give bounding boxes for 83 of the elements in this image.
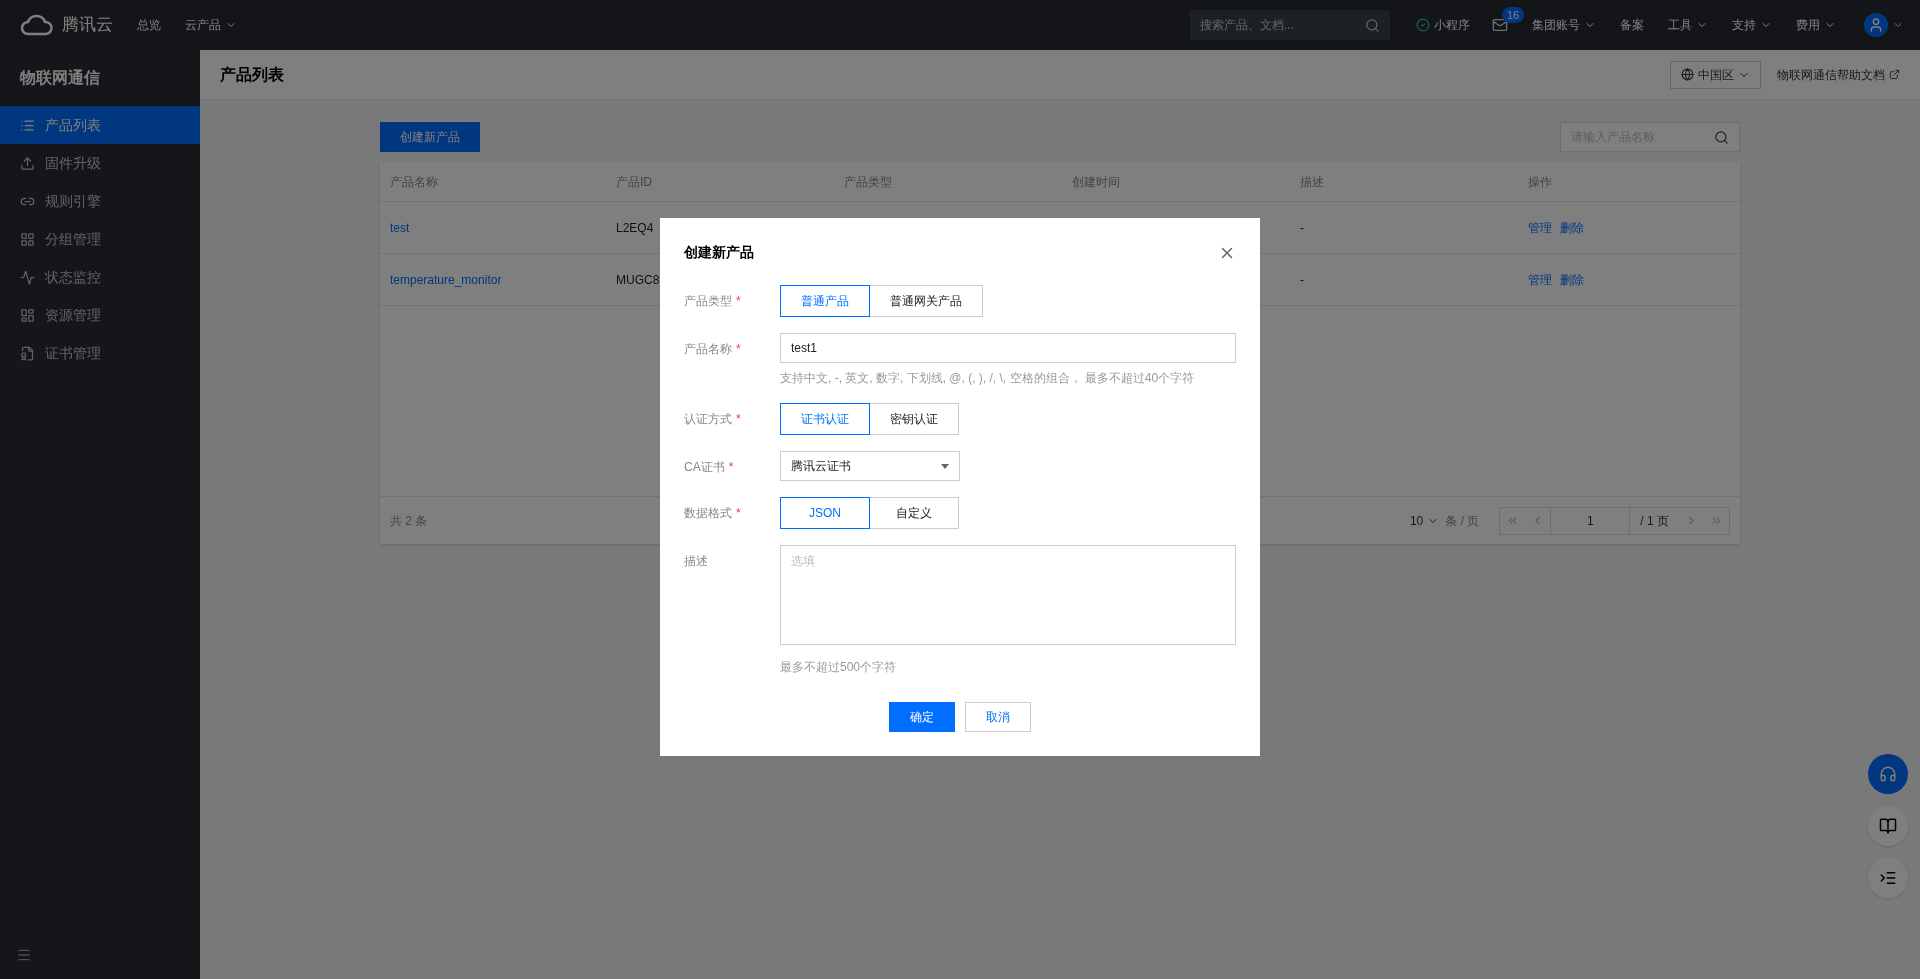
required-mark: *: [736, 341, 741, 358]
required-mark: *: [736, 411, 741, 428]
outline-button[interactable]: [1868, 858, 1908, 898]
product-link[interactable]: test: [390, 220, 410, 235]
segment-option[interactable]: JSON: [780, 497, 870, 529]
docs-button[interactable]: [1868, 806, 1908, 846]
top-menu[interactable]: 备案: [1608, 16, 1656, 34]
table-cell: -: [1300, 220, 1304, 235]
column-header: 产品ID: [616, 174, 652, 189]
action-link[interactable]: 删除: [1560, 218, 1584, 237]
caret-icon: [941, 463, 949, 469]
dialog-title: 创建新产品: [684, 243, 754, 262]
create-button[interactable]: 创建新产品: [380, 122, 480, 152]
field-label: CA证书: [684, 459, 725, 476]
segment-option[interactable]: 密钥认证: [869, 403, 959, 435]
description-field[interactable]: 选填: [780, 545, 1236, 645]
top-menu[interactable]: 工具: [1656, 16, 1720, 34]
confirm-button[interactable]: 确定: [889, 702, 955, 732]
page-title: 产品列表: [220, 64, 284, 85]
sidebar-item[interactable]: 证书管理: [0, 334, 200, 372]
sidebar-item[interactable]: 产品列表: [0, 106, 200, 144]
input-field[interactable]: test1: [780, 333, 1236, 363]
top-menu[interactable]: 费用: [1784, 16, 1848, 34]
notification-badge: 16: [1502, 7, 1525, 23]
select-field[interactable]: 腾讯云证书: [780, 451, 960, 481]
action-link[interactable]: 管理: [1528, 218, 1552, 237]
field-label: 描述: [684, 553, 708, 570]
field-label: 产品类型: [684, 293, 732, 310]
column-header: 产品名称: [390, 174, 438, 189]
nav-link[interactable]: 总览: [125, 16, 173, 34]
headset-icon: [1879, 765, 1897, 783]
miniprogram-link[interactable]: 小程序: [1406, 16, 1480, 34]
column-header: 操作: [1528, 174, 1552, 189]
required-mark: *: [728, 459, 734, 476]
field-label: 产品名称: [684, 341, 732, 358]
region-select[interactable]: 中国区: [1670, 60, 1761, 89]
product-link[interactable]: temperature_monitor: [390, 272, 502, 287]
cloud-logo-icon: [20, 14, 54, 36]
external-link-icon: [1889, 69, 1900, 80]
sidebar-item[interactable]: 分组管理: [0, 220, 200, 258]
sidebar-item[interactable]: 状态监控: [0, 258, 200, 296]
indent-icon: [1879, 869, 1897, 887]
mail-icon[interactable]: [1492, 17, 1508, 33]
segment-option[interactable]: 自定义: [869, 497, 959, 529]
table-cell: -: [1300, 272, 1304, 287]
segment-option[interactable]: 普通网关产品: [869, 285, 983, 317]
search-field[interactable]: 搜索产品、文档...: [1190, 10, 1390, 40]
top-menu[interactable]: 支持: [1720, 16, 1784, 34]
action-link[interactable]: 删除: [1560, 270, 1584, 289]
support-button[interactable]: [1868, 754, 1908, 794]
collapse-icon[interactable]: [16, 947, 32, 963]
check-circle-icon: [1416, 18, 1430, 32]
avatar[interactable]: [1864, 13, 1888, 37]
segment-option[interactable]: 普通产品: [780, 285, 870, 317]
field-hint: 最多不超过500个字符: [780, 659, 898, 676]
search-icon: [1365, 17, 1380, 33]
column-header: 描述: [1300, 174, 1324, 189]
sidebar-item[interactable]: 固件升级: [0, 144, 200, 182]
segment-option[interactable]: 证书认证: [780, 403, 870, 435]
brand-name[interactable]: 腾讯云: [62, 12, 113, 38]
required-mark: *: [736, 505, 741, 522]
globe-icon: [1681, 68, 1694, 81]
nav-link[interactable]: 云产品: [173, 16, 249, 34]
page-count: / 1 页: [1639, 512, 1670, 530]
field-hint: 支持中文, -, 英文, 数字, 下划线, @, (, ), /, \, 空格的组合， 最多不超过40个字符: [780, 370, 1196, 387]
table-cell: MUGC8: [616, 272, 660, 287]
field-label: 认证方式: [684, 411, 732, 428]
page-size-label: 条 / 页: [1445, 512, 1480, 530]
help-link[interactable]: 物联网通信帮助文档: [1777, 65, 1900, 84]
required-mark: *: [736, 293, 741, 310]
total-count: 共 2 条: [390, 512, 428, 530]
page-input[interactable]: 1: [1550, 507, 1631, 534]
sidebar-title: 物联网通信: [19, 68, 101, 88]
field-label: 数据格式: [684, 505, 732, 522]
page-size-select[interactable]: 10: [1409, 511, 1440, 530]
sidebar-item[interactable]: 规则引擎: [0, 182, 200, 220]
book-icon: [1879, 817, 1897, 835]
search-icon: [1714, 129, 1729, 145]
action-link[interactable]: 管理: [1528, 270, 1552, 289]
cancel-button[interactable]: 取消: [965, 702, 1031, 732]
last-page-icon[interactable]: [1710, 514, 1723, 527]
table-cell: L2EQ4: [616, 220, 654, 235]
sidebar-item[interactable]: 资源管理: [0, 296, 200, 334]
